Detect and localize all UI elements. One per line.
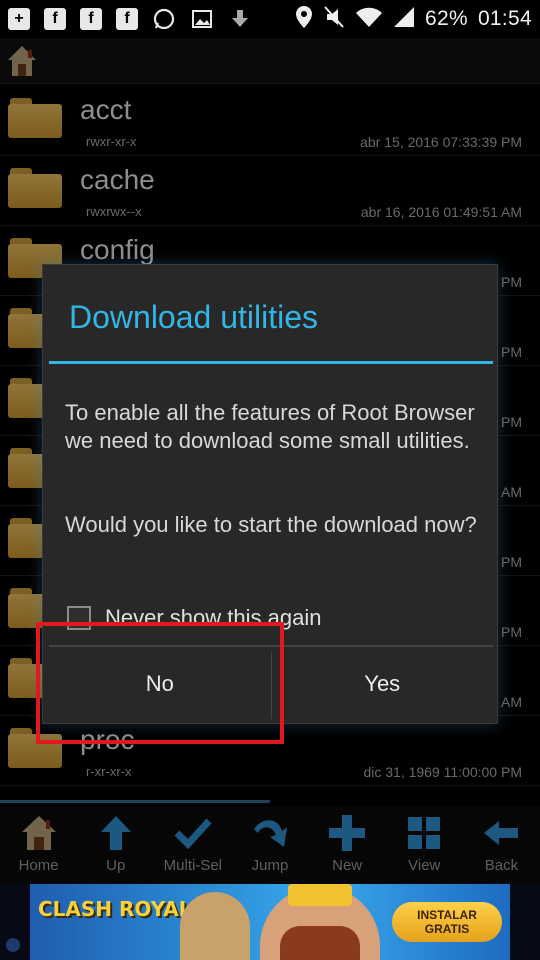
clock: 01:54	[477, 7, 532, 30]
ad-cta-line1: INSTALAR	[417, 908, 477, 922]
dialog-title: Download utilities	[69, 299, 319, 335]
dialog-title-divider	[49, 361, 493, 364]
battery-level: 62%	[425, 7, 468, 30]
yes-button[interactable]: Yes	[272, 647, 494, 721]
download-icon	[228, 7, 252, 31]
wifi-icon	[355, 6, 383, 33]
ad-brand-logo: CLASH ROYALE	[38, 897, 206, 921]
image-icon	[190, 7, 214, 31]
ad-banner[interactable]: CLASH ROYALE INSTALAR GRATIS	[0, 884, 540, 960]
mute-icon	[323, 5, 345, 34]
ad-install-button[interactable]: INSTALAR GRATIS	[392, 902, 502, 942]
location-icon	[295, 5, 313, 34]
add-box-icon: +	[8, 8, 30, 30]
facebook-icon: f	[80, 8, 102, 30]
highlight-box	[36, 622, 284, 744]
status-bar: + f f f 62% 01:54	[0, 0, 540, 38]
ad-cta-line2: GRATIS	[424, 922, 470, 936]
ad-king-character	[260, 884, 380, 960]
dialog-message: To enable all the features of Root Brows…	[65, 400, 475, 453]
dialog-question: Would you like to start the download now…	[65, 512, 477, 537]
ad-character	[180, 892, 250, 960]
facebook-icon: f	[44, 8, 66, 30]
whatsapp-icon	[152, 7, 176, 31]
signal-icon	[393, 6, 415, 33]
facebook-icon: f	[116, 8, 138, 30]
ad-image[interactable]: CLASH ROYALE INSTALAR GRATIS	[30, 884, 510, 960]
ad-info-icon[interactable]	[6, 938, 20, 952]
